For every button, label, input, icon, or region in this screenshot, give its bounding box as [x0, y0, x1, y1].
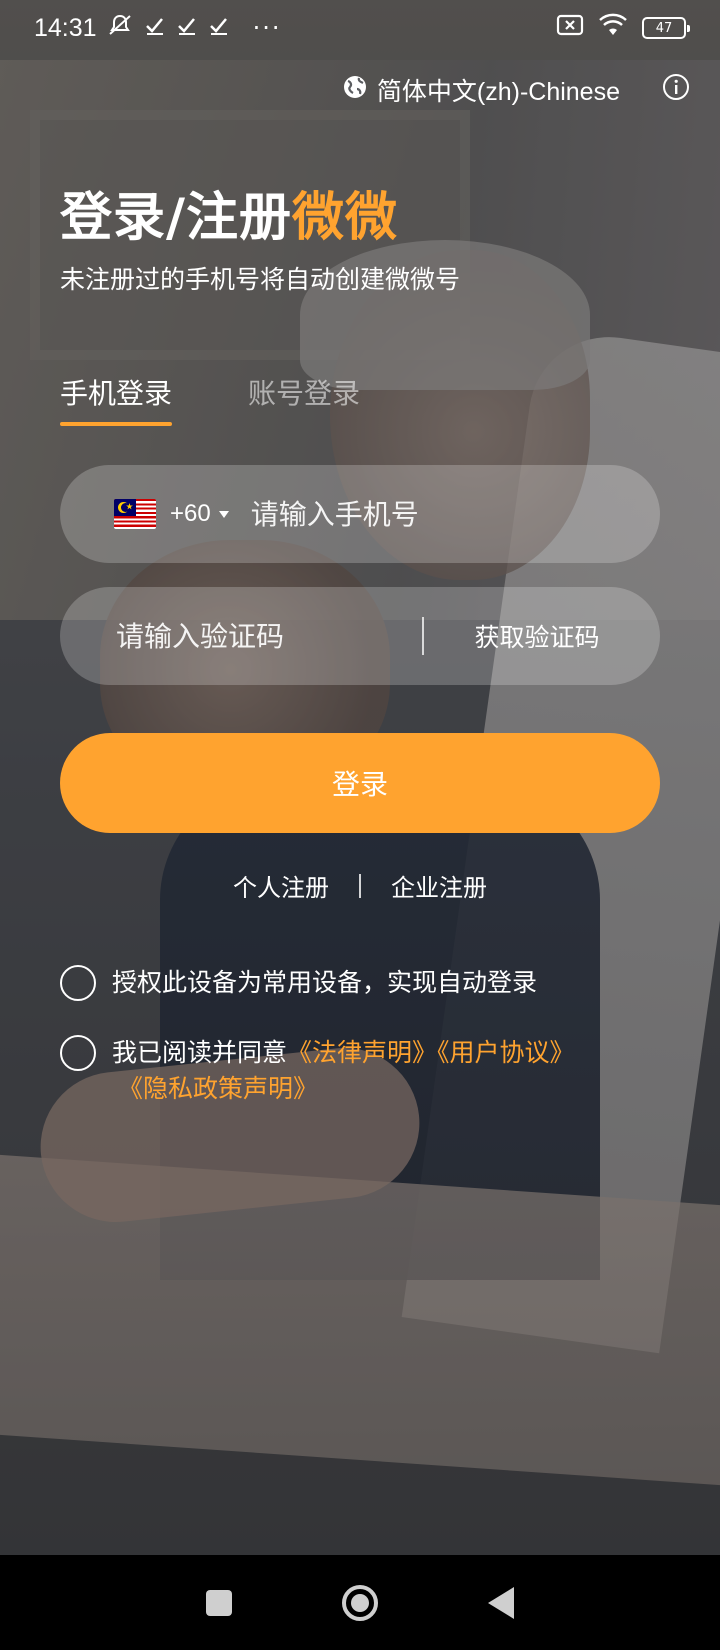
- tab-account-login[interactable]: 账号登录: [248, 372, 360, 426]
- agreement-option: 我已阅读并同意《法律声明》《用户协议》 《隐私政策声明》: [60, 1035, 660, 1107]
- back-icon[interactable]: [488, 1586, 514, 1619]
- login-tabs: 手机登录 账号登录: [60, 372, 360, 426]
- agreement-prefix: 我已阅读并同意: [112, 1038, 288, 1067]
- more-notifications-icon: ···: [252, 14, 282, 42]
- get-code-button[interactable]: 获取验证码: [424, 618, 660, 654]
- status-bar: 14:31 ··· 47: [0, 0, 720, 56]
- title-main: 登录/注册: [60, 188, 292, 248]
- caret-down-icon[interactable]: [218, 510, 229, 518]
- login-button[interactable]: 登录: [60, 733, 660, 833]
- no-sim-icon: [556, 14, 584, 42]
- privacy-policy-link[interactable]: 《隐私政策声明》: [118, 1071, 652, 1107]
- country-code[interactable]: +60: [170, 500, 211, 528]
- enterprise-register-link[interactable]: 企业注册: [391, 868, 487, 903]
- personal-register-link[interactable]: 个人注册: [233, 868, 329, 903]
- malaysia-flag-icon[interactable]: [114, 499, 156, 529]
- phone-input[interactable]: [250, 497, 611, 531]
- divider: [359, 873, 361, 898]
- user-agreement-link[interactable]: 《用户协议》: [437, 1038, 575, 1067]
- battery-icon: 47: [642, 17, 690, 39]
- language-selector[interactable]: 简体中文(zh)-Chinese: [377, 72, 620, 108]
- agreement-text: 我已阅读并同意《法律声明》《用户协议》 《隐私政策声明》: [112, 1035, 652, 1107]
- verify-code-field: 获取验证码: [60, 587, 660, 685]
- trust-device-radio[interactable]: [60, 965, 96, 1001]
- trust-device-option: 授权此设备为常用设备，实现自动登录: [60, 965, 537, 1001]
- title-brand: 微微: [292, 188, 399, 248]
- check-icon: [145, 14, 165, 42]
- page-title: 登录/注册微微: [60, 175, 398, 250]
- agreement-radio[interactable]: [60, 1035, 96, 1071]
- globe-icon[interactable]: [343, 75, 367, 105]
- verify-code-input[interactable]: [116, 619, 416, 653]
- legal-notice-link[interactable]: 《法律声明》: [287, 1038, 437, 1067]
- info-icon[interactable]: [662, 73, 690, 107]
- check-icon: [177, 14, 197, 42]
- check-icon: [209, 14, 229, 42]
- mute-icon: [107, 13, 133, 43]
- phone-field: +60: [60, 465, 660, 563]
- register-links: 个人注册 企业注册: [0, 868, 720, 903]
- wifi-icon: [598, 13, 628, 43]
- home-icon[interactable]: [342, 1584, 378, 1621]
- system-nav-bar: [0, 1555, 720, 1650]
- page-subtitle: 未注册过的手机号将自动创建微微号: [60, 265, 461, 294]
- tab-phone-login[interactable]: 手机登录: [60, 372, 173, 426]
- status-time: 14:31: [34, 13, 97, 42]
- trust-device-label[interactable]: 授权此设备为常用设备，实现自动登录: [112, 965, 537, 1001]
- recent-apps-icon[interactable]: [206, 1589, 232, 1616]
